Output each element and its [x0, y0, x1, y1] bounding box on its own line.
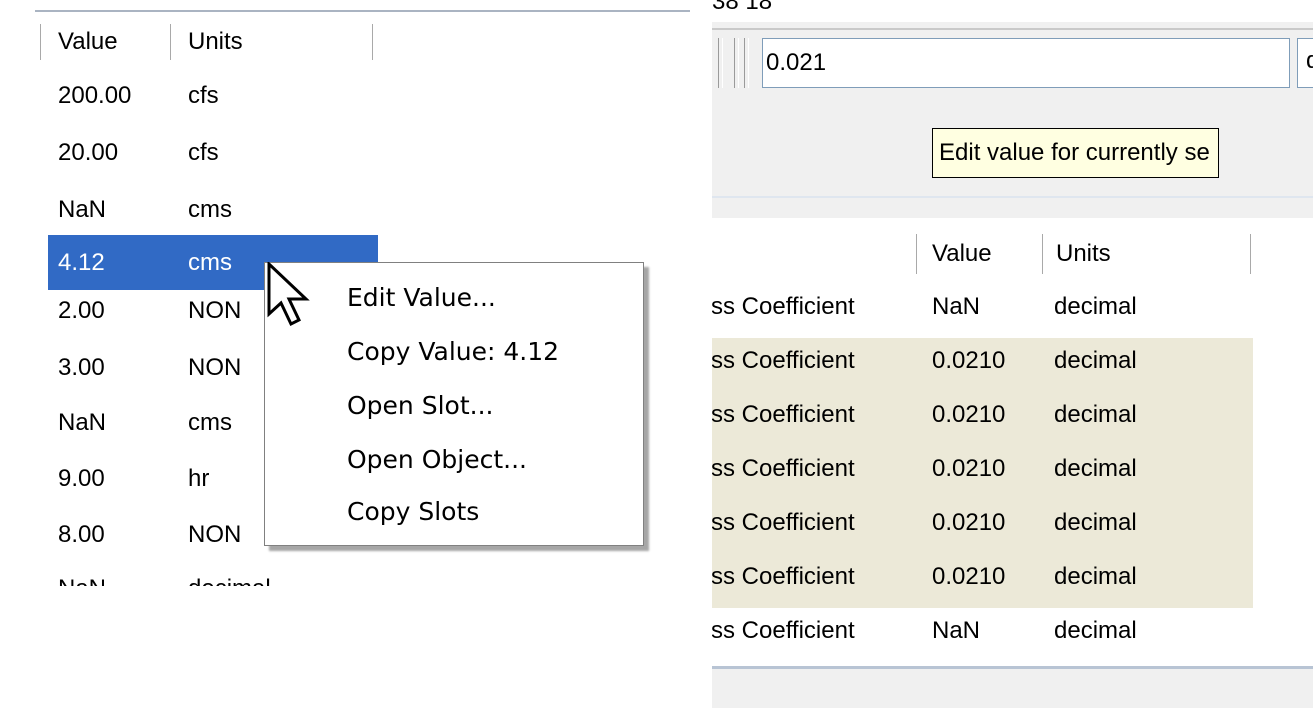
cell-value: 3.00	[58, 354, 105, 381]
cell-value: NaN	[932, 617, 981, 644]
column-separator[interactable]	[1250, 234, 1252, 274]
cell-units: NON	[188, 297, 242, 324]
menu-item-open-slot[interactable]: Open Slot...	[347, 391, 493, 420]
left-slot-table-panel: Value Units 200.00 cfs 20.00 cfs NaN cms…	[0, 0, 690, 708]
cell-name: ss Coefficient	[712, 563, 855, 590]
cell-value: 0.0210	[932, 347, 1006, 374]
window-title-fragment: 38 18	[712, 0, 773, 15]
section-divider	[712, 196, 1313, 198]
slot-values-table: Value Units ss Coefficient NaN decimal s…	[712, 218, 1313, 668]
cell-units: decimal	[1054, 401, 1137, 428]
cell-value: 2.00	[58, 297, 105, 324]
cell-value: 8.00	[58, 521, 105, 548]
table-row[interactable]: ss Coefficient 0.0210 decimal	[712, 446, 1253, 500]
menu-item-edit-value[interactable]: Edit Value...	[347, 283, 496, 312]
table-row[interactable]: ss Coefficient 0.0210 decimal	[712, 338, 1253, 392]
column-separator[interactable]	[1042, 234, 1044, 274]
cell-value: NaN	[58, 409, 107, 436]
table-row[interactable]: NaN cms	[48, 185, 648, 242]
column-separator[interactable]	[40, 24, 42, 60]
column-header-value[interactable]: Value	[58, 28, 118, 56]
cell-value: 0.0210	[932, 401, 1006, 428]
cell-value: NaN	[932, 293, 981, 320]
title-strip: 38 18	[712, 0, 1313, 22]
cell-value: 4.12	[58, 249, 105, 276]
cell-units: NON	[188, 354, 242, 381]
tooltip: Edit value for currently se	[932, 128, 1219, 178]
cell-value: 9.00	[58, 465, 105, 492]
table-row[interactable]: ss Coefficient 0.0210 decimal	[712, 554, 1253, 608]
table-row[interactable]: NaN decimal	[48, 564, 648, 586]
edit-value-input[interactable]	[762, 38, 1290, 88]
table-row[interactable]: 200.00 cfs	[48, 71, 648, 128]
context-menu: Edit Value... Copy Value: 4.12 Open Slot…	[264, 262, 644, 546]
cell-units: cms	[188, 196, 232, 223]
toolbar-grip[interactable]	[734, 38, 739, 88]
cell-units: cfs	[188, 139, 219, 166]
column-header-units[interactable]: Units	[188, 28, 243, 56]
cell-name: ss Coefficient	[712, 293, 855, 320]
cell-value: NaN	[58, 196, 107, 223]
cell-name: ss Coefficient	[712, 455, 855, 482]
column-header-units[interactable]: Units	[1056, 240, 1111, 268]
toolbar-divider	[712, 28, 1313, 30]
cell-units: decimal	[1054, 617, 1137, 644]
toolbar-grip[interactable]	[718, 38, 723, 88]
cell-units: cms	[188, 249, 232, 276]
menu-item-copy-slots[interactable]: Copy Slots	[347, 497, 479, 526]
table-row[interactable]: ss Coefficient 0.0210 decimal	[712, 392, 1253, 446]
cell-units: cms	[188, 409, 232, 436]
top-divider	[35, 10, 690, 12]
cell-value: 20.00	[58, 139, 119, 166]
units-selector[interactable]: d	[1297, 38, 1313, 88]
cell-name: ss Coefficient	[712, 509, 855, 536]
menu-item-open-object[interactable]: Open Object...	[347, 445, 527, 474]
table-bottom-border	[712, 666, 1313, 669]
cell-name: ss Coefficient	[712, 347, 855, 374]
cell-units: decimal	[188, 575, 271, 586]
cell-units: decimal	[1054, 509, 1137, 536]
cell-units: decimal	[1054, 293, 1137, 320]
right-edit-panel: 38 18 d Edit value for currently se Valu…	[712, 0, 1313, 708]
cell-units: cfs	[188, 82, 219, 109]
toolbar-grip[interactable]	[744, 38, 749, 88]
menu-item-copy-value[interactable]: Copy Value: 4.12	[347, 337, 559, 366]
cell-value: 0.0210	[932, 509, 1006, 536]
cell-value: 0.0210	[932, 563, 1006, 590]
cell-units: decimal	[1054, 347, 1137, 374]
cell-units: decimal	[1054, 455, 1137, 482]
mouse-pointer-icon	[267, 262, 310, 327]
cell-units: decimal	[1054, 563, 1137, 590]
cell-units: NON	[188, 521, 242, 548]
cell-name: ss Coefficient	[712, 617, 855, 644]
table-row[interactable]: ss Coefficient 0.0210 decimal	[712, 500, 1253, 554]
column-separator[interactable]	[916, 234, 918, 274]
column-separator[interactable]	[372, 24, 374, 60]
table-row[interactable]: 20.00 cfs	[48, 128, 648, 185]
table-row[interactable]: ss Coefficient NaN decimal	[712, 284, 1253, 338]
cell-value: 0.0210	[932, 455, 1006, 482]
table-row[interactable]: ss Coefficient NaN decimal	[712, 608, 1253, 662]
column-separator[interactable]	[170, 24, 172, 60]
column-header-value[interactable]: Value	[932, 240, 992, 268]
cell-value: 200.00	[58, 82, 132, 109]
cell-units: hr	[188, 465, 210, 492]
cell-name: ss Coefficient	[712, 401, 855, 428]
cell-value: NaN	[58, 575, 106, 586]
